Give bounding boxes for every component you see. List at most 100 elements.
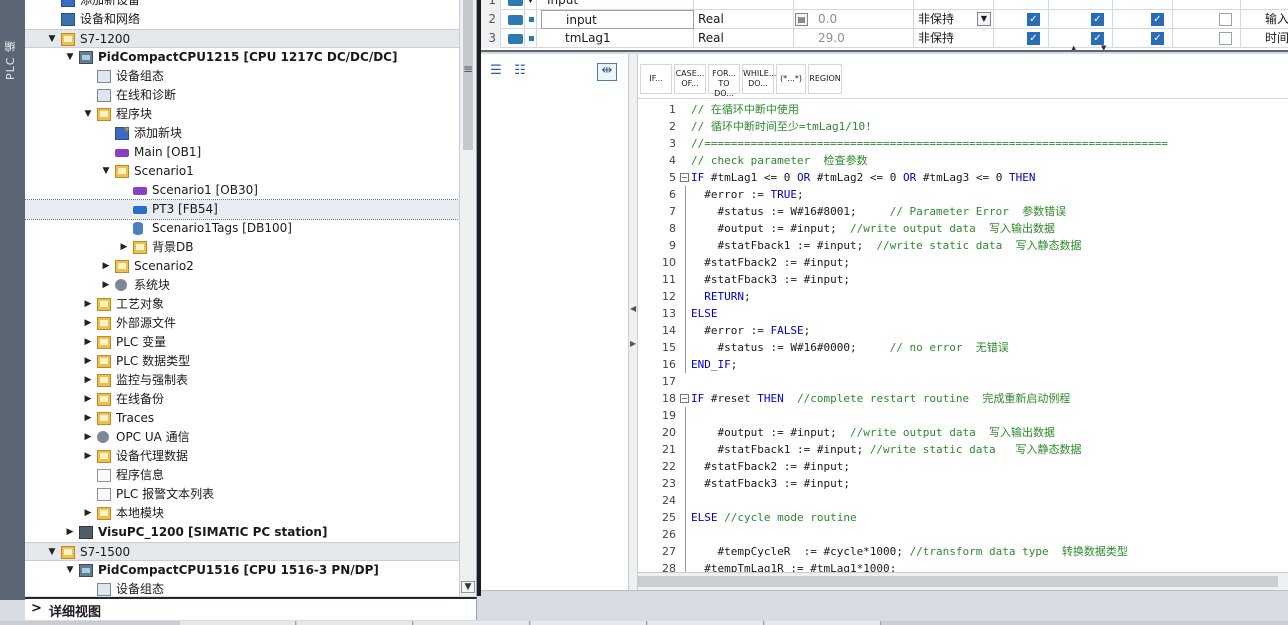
code-line[interactable]: 3 //=====================================… [638,135,1288,152]
code-line[interactable]: 21 #statFback1 := #input; //write static… [638,441,1288,458]
tree-item[interactable]: ▼ S7-1500 [25,542,459,561]
code-line[interactable]: 20 #output := #input; //write output dat… [638,424,1288,441]
section-expand-icon[interactable]: ▼ [527,0,537,10]
code-line[interactable]: 16 END_IF; [638,356,1288,373]
scroll-up-icon[interactable]: ▲ [1071,44,1076,50]
data-type[interactable]: Real [694,10,794,29]
code-line[interactable]: 17 [638,373,1288,390]
tree-item[interactable]: 设备组态 [25,67,459,86]
code-line[interactable]: 11 #statFback3 := #input; [638,271,1288,288]
tree-item[interactable]: ▶ 本地模块 [25,504,459,523]
expand-down-icon[interactable]: ▼ [65,48,75,67]
variable-name[interactable]: Input [541,0,694,10]
code-line[interactable]: 2 // 循环中断时间至少=tmLag1/10! [638,118,1288,135]
code-line[interactable]: 6 #error := TRUE; [638,186,1288,203]
variable-name[interactable]: input [541,10,694,29]
expand-down-icon[interactable]: ▼ [47,543,57,562]
tree-item[interactable]: Main [OB1] [25,143,459,162]
keyword-button[interactable]: REGION [808,64,842,94]
keyword-button[interactable]: CASE... OF... [674,64,706,94]
code-scrollbar-thumb[interactable] [638,576,1278,587]
retain-setting[interactable] [914,0,994,10]
checkbox[interactable]: ✓ [1027,13,1040,26]
details-view-bar[interactable]: > 详细视图 [25,597,477,620]
tree-item[interactable]: 程序信息 [25,466,459,485]
tree-item[interactable]: ▼ 程序块 [25,105,459,124]
code-line[interactable]: 23 #statFback3 := #input; [638,475,1288,492]
retain-setting[interactable]: 非保持 [914,29,994,48]
bottom-tab[interactable] [414,621,530,625]
tree-item[interactable]: ▶ Traces [25,409,459,428]
default-value[interactable]: 29.0 [794,29,914,48]
bottom-tab[interactable] [297,621,413,625]
code-line[interactable]: 14 #error := FALSE; [638,322,1288,339]
tree-item[interactable]: 在线和诊断 [25,86,459,105]
editor-splitter[interactable]: ◀ ▶ [629,54,638,590]
code-line[interactable]: 24 [638,492,1288,509]
code-horizontal-scrollbar[interactable] [638,572,1288,590]
type-picker-icon[interactable]: ▤ [795,13,808,26]
interface-row[interactable]: 3 tmLag1 Real 29.0 非保持 ✓ ✓ ✓ 时间 [481,29,1288,48]
code-line[interactable]: 10 #statFback2 := #input; [638,254,1288,271]
details-chevron-icon[interactable]: > [31,601,42,616]
tree-item[interactable]: Scenario1Tags [DB100] [25,219,459,238]
expand-right-icon[interactable]: ▶ [83,371,93,390]
expand-right-icon[interactable]: ▶ [83,295,93,314]
tree-item[interactable]: ▶ PLC 数据类型 [25,352,459,371]
expand-right-icon[interactable]: ▶ [83,352,93,371]
comment[interactable]: 输入 [1261,10,1288,29]
code-line[interactable]: 19 [638,407,1288,424]
tree-item[interactable]: ▼ PidCompactCPU1516 [CPU 1516-3 PN/DP] [25,561,459,580]
code-line[interactable]: 25 ELSE //cycle mode routine [638,509,1288,526]
interface-row[interactable]: 2 input Real 0.0 ▤ 非保持 ▼ ✓ ✓ ✓ 输入 [481,10,1288,29]
splitter-left-arrow-icon[interactable]: ◀ [630,304,636,313]
tree-item[interactable]: ▶ 工艺对象 [25,295,459,314]
tree-item[interactable]: ▼ PidCompactCPU1215 [CPU 1217C DC/DC/DC] [25,48,459,67]
bottom-tab[interactable] [648,621,764,625]
splitter-right-arrow-icon[interactable]: ▶ [630,339,636,348]
tree-item[interactable]: Scenario1 [OB30] [25,181,459,200]
tree-item[interactable]: ▶ Scenario2 [25,257,459,276]
retain-dropdown-icon[interactable]: ▼ [977,12,991,26]
comment[interactable] [1261,0,1288,10]
tree-item[interactable]: 设备和网络 [25,10,459,29]
expand-right-icon[interactable]: ▶ [101,276,111,295]
expand-down-icon[interactable]: ▼ [47,30,57,49]
code-line[interactable]: 9 #statFback1 := #input; //write static … [638,237,1288,254]
default-value[interactable] [794,0,914,10]
tree-item[interactable]: 添加新设备 [25,0,459,10]
tree-item[interactable]: ▶ 系统块 [25,276,459,295]
tree-item[interactable]: PLC 报警文本列表 [25,485,459,504]
interface-row[interactable]: 1 ▼ Input [481,0,1288,10]
code-line[interactable]: 22 #statFback2 := #input; [638,458,1288,475]
tree-scrollbar[interactable]: ≡ ▼ [459,0,476,596]
variable-name[interactable]: tmLag1 [541,29,694,48]
tree-item[interactable]: ▶ 背景DB [25,238,459,257]
project-navigation-strip[interactable]: PLC 编 [0,0,25,600]
tree-item[interactable]: PT3 [FB54] [25,199,460,220]
expand-right-icon[interactable]: ▶ [83,504,93,523]
code-line[interactable]: 27 #tempCycleR := #cycle*1000; //transfo… [638,543,1288,560]
code-line[interactable]: 5− IF #tmLag1 <= 0 OR #tmLag2 <= 0 OR #tm… [638,169,1288,186]
checkbox[interactable] [1219,13,1232,26]
tree-item[interactable]: ▼ S7-1200 [25,29,459,48]
code-line[interactable]: 12 RETURN; [638,288,1288,305]
expand-down-icon[interactable]: ▼ [101,162,111,181]
code-area[interactable]: 1 // 在循环中断中使用 2 // 循环中断时间至少=tmLag1/10! 3 //==… [638,98,1288,572]
checkbox[interactable]: ✓ [1151,32,1164,45]
code-line[interactable]: 26 [638,526,1288,543]
fold-toggle-icon[interactable]: − [680,173,689,182]
indent-decrease-icon[interactable]: ☷ [511,64,529,78]
tree-item[interactable]: ▶ 外部源文件 [25,314,459,333]
keyword-button[interactable]: FOR... TO DO... [708,64,740,98]
code-line[interactable]: 15 #status := W#16#0000; // no error 无错误 [638,339,1288,356]
split-view-icon[interactable]: ⇹ [597,63,617,81]
bottom-tab[interactable] [765,621,881,625]
tree-grip-icon[interactable]: ≡ [460,62,476,76]
expand-right-icon[interactable]: ▶ [101,257,111,276]
code-line[interactable]: 18− IF #reset THEN //complete restart rou… [638,390,1288,407]
expand-right-icon[interactable]: ▶ [83,447,93,466]
tree-item[interactable]: ▶ VisuPC_1200 [SIMATIC PC station] [25,523,459,542]
expand-right-icon[interactable]: ▶ [83,314,93,333]
expand-down-icon[interactable]: ▼ [65,561,75,580]
